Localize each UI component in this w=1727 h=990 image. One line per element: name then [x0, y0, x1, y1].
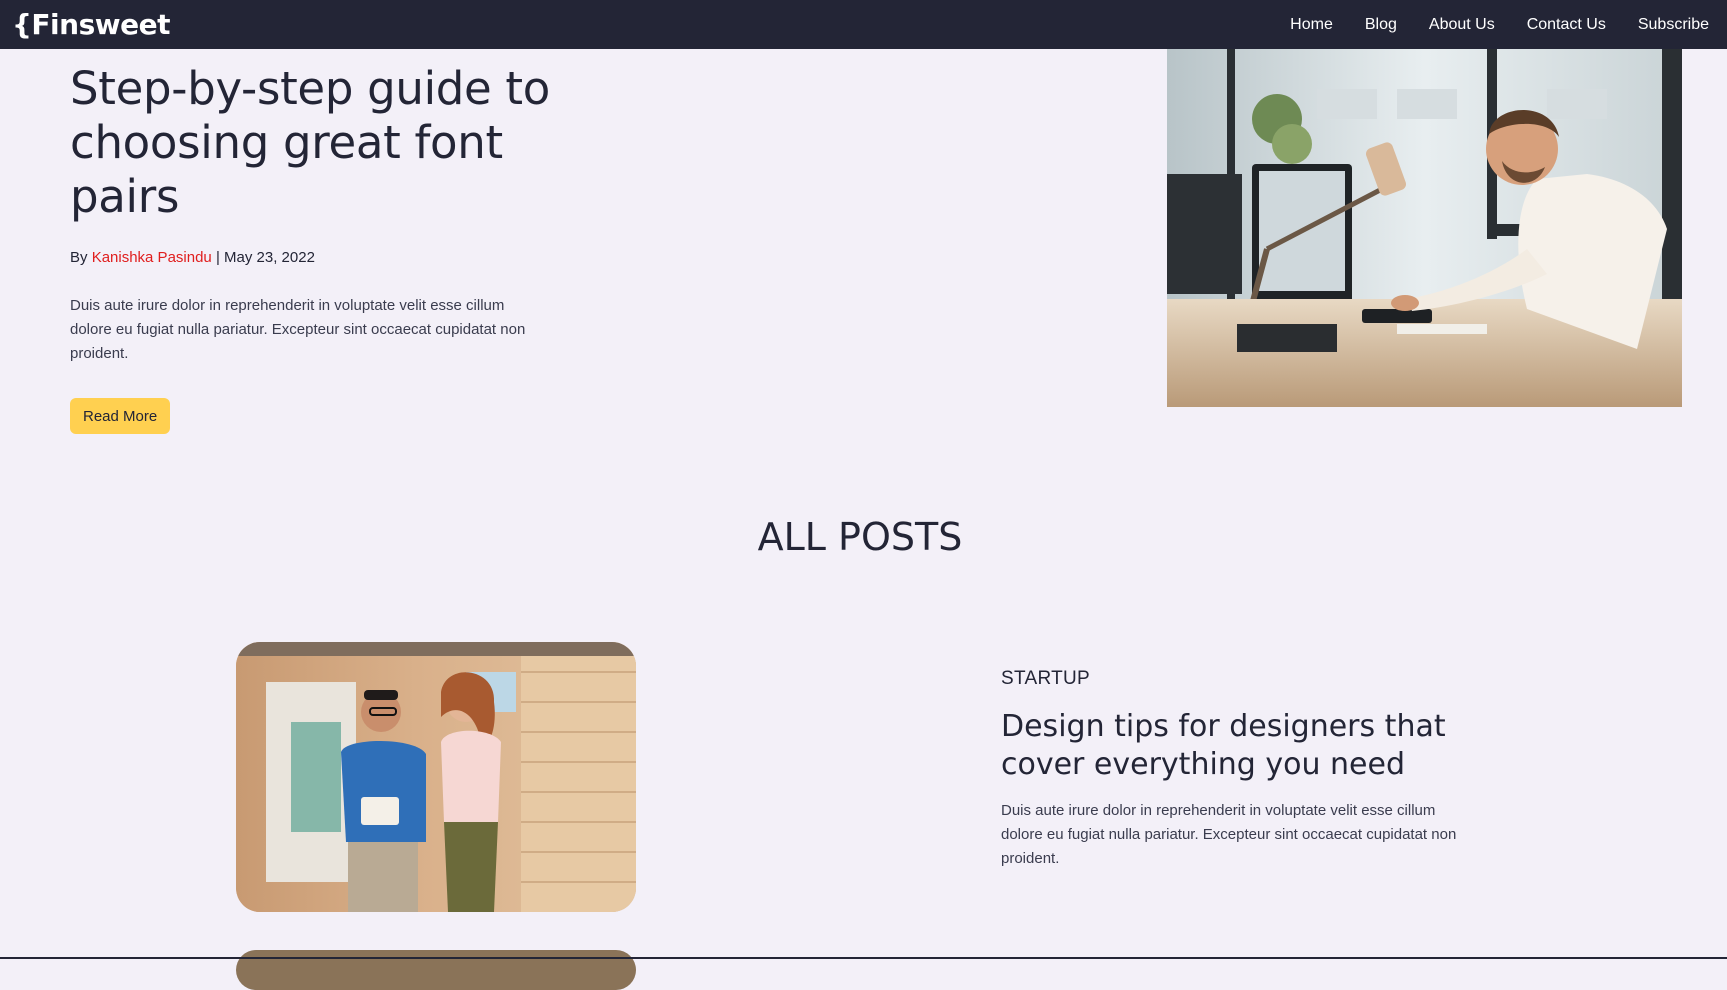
nav-links: Home Blog About Us Contact Us Subscribe	[1290, 16, 1709, 34]
post-category: STARTUP	[1001, 668, 1091, 689]
post-date: May 23, 2022	[224, 249, 315, 266]
read-more-button[interactable]: Read More	[70, 398, 171, 434]
top-navbar: {Finsweet Home Blog About Us Contact Us …	[0, 0, 1727, 49]
all-posts-heading: ALL POSTS	[757, 515, 963, 559]
nav-link-blog[interactable]: Blog	[1365, 16, 1397, 34]
hero-office-photo	[1167, 49, 1682, 407]
next-post-thumbnail-peek[interactable]	[236, 950, 636, 990]
coworkers-photo-illustration	[236, 642, 636, 912]
author-link[interactable]: Kanishka Pasindu	[92, 249, 212, 266]
hero-title: Step-by-step guide to choosing great fon…	[70, 62, 550, 223]
hero-byline: By Kanishka Pasindu | May 23, 2022	[70, 249, 315, 266]
finsweet-logo[interactable]: {Finsweet	[12, 8, 171, 41]
byline-separator: |	[211, 249, 225, 266]
by-label: By	[70, 249, 92, 266]
nav-link-contact-us[interactable]: Contact Us	[1527, 16, 1606, 34]
post-title[interactable]: Design tips for designers that cover eve…	[1001, 708, 1521, 784]
post-excerpt: Duis aute irure dolor in reprehenderit i…	[1001, 802, 1457, 867]
nav-link-home[interactable]: Home	[1290, 16, 1333, 34]
hero-excerpt: Duis aute irure dolor in reprehenderit i…	[70, 297, 526, 362]
office-photo-illustration	[1167, 49, 1682, 407]
nav-link-subscribe[interactable]: Subscribe	[1638, 16, 1709, 34]
nav-link-about-us[interactable]: About Us	[1429, 16, 1495, 34]
post-thumbnail[interactable]	[236, 642, 636, 912]
